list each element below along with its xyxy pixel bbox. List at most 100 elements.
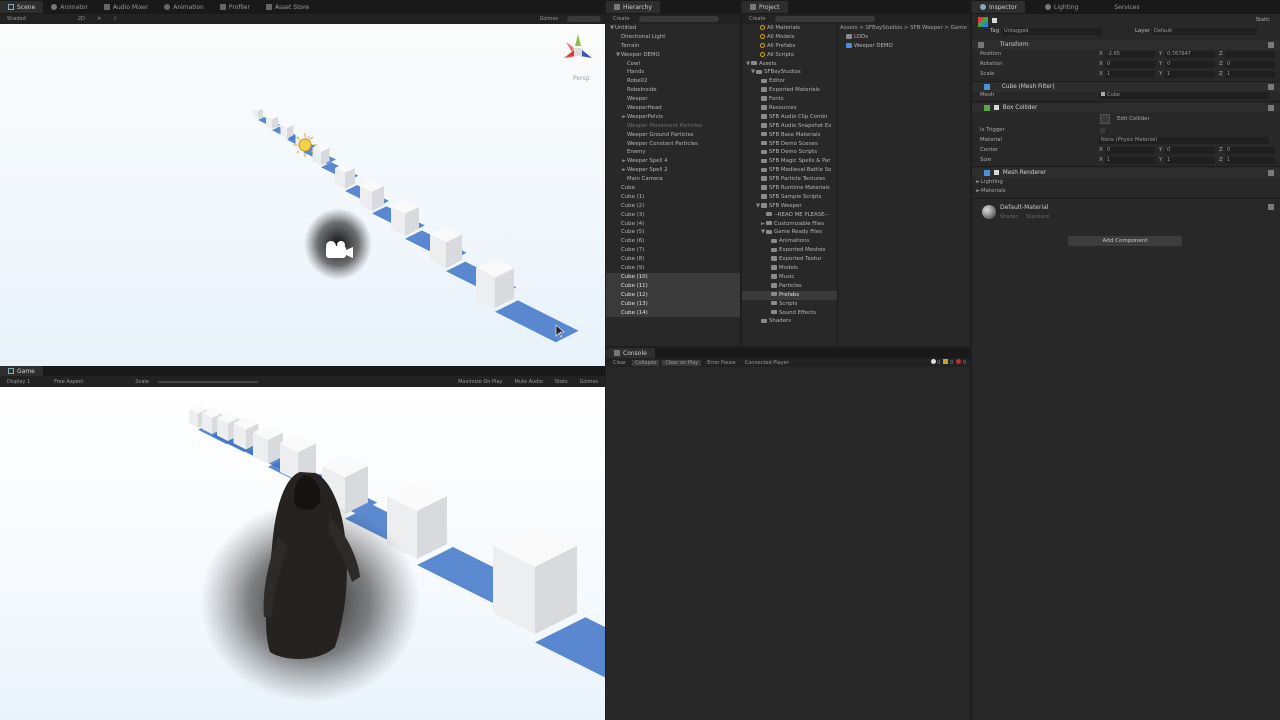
- project-file-item[interactable]: LODs: [846, 33, 970, 42]
- hierarchy-item[interactable]: ▼Untitled: [606, 24, 740, 33]
- hierarchy-item[interactable]: Directional Light: [606, 33, 740, 42]
- shading-dropdown[interactable]: Shaded: [4, 16, 29, 22]
- tab-asset-store[interactable]: Asset Store: [258, 1, 317, 13]
- hierarchy-item[interactable]: Cube (2): [606, 202, 740, 211]
- project-folder[interactable]: ▼ Game Ready Files: [742, 228, 837, 237]
- tab-game[interactable]: Game: [0, 366, 43, 376]
- size-z-field[interactable]: 1: [1225, 157, 1275, 164]
- console-collapse-toggle[interactable]: Collapse: [632, 359, 660, 366]
- tab-console[interactable]: Console: [606, 348, 655, 358]
- hierarchy-item[interactable]: Cube (14): [606, 308, 740, 318]
- hierarchy-item[interactable]: WeeperHead: [606, 104, 740, 113]
- project-folder[interactable]: --READ ME PLEASE--: [742, 211, 837, 220]
- project-folder[interactable]: ▼ SFB Weeper: [742, 202, 837, 211]
- center-y-field[interactable]: 0: [1165, 147, 1215, 154]
- material-settings-icon[interactable]: [1268, 204, 1274, 210]
- scale-slider[interactable]: [157, 380, 258, 383]
- edit-collider-button[interactable]: [1100, 114, 1110, 124]
- project-folder[interactable]: Sound Effects: [742, 309, 837, 318]
- physic-material-field[interactable]: None (Physic Material): [1099, 137, 1269, 144]
- transform-header[interactable]: Transform: [972, 40, 1280, 50]
- cube-object[interactable]: [476, 258, 579, 343]
- project-folder[interactable]: Models: [742, 264, 837, 273]
- favorite-item[interactable]: All Materials: [742, 24, 837, 33]
- hierarchy-create-button[interactable]: Create: [610, 16, 633, 22]
- static-toggle[interactable]: Static: [1256, 17, 1270, 23]
- project-folder[interactable]: SFB Medieval Battle So: [742, 166, 837, 175]
- project-folder[interactable]: ► Customizable Files: [742, 220, 837, 229]
- project-folder[interactable]: Particles: [742, 282, 837, 291]
- hierarchy-item[interactable]: Terrain: [606, 42, 740, 51]
- hierarchy-item[interactable]: Weeper Movement Particles: [606, 122, 740, 131]
- position-z-field[interactable]: [1225, 51, 1275, 58]
- project-folder[interactable]: SFB Audio Clip Combi: [742, 113, 837, 122]
- tab-inspector[interactable]: Inspector: [972, 1, 1025, 13]
- position-y-field[interactable]: 0.767647: [1165, 51, 1215, 58]
- material-section[interactable]: Default-Material Shader Standard: [972, 200, 1280, 226]
- mesh-renderer-settings-icon[interactable]: [1268, 170, 1274, 176]
- hierarchy-item[interactable]: Cube (12): [606, 290, 740, 300]
- is-trigger-checkbox[interactable]: [1100, 128, 1105, 133]
- hierarchy-item[interactable]: Cowl: [606, 60, 740, 69]
- project-folder[interactable]: Fonts: [742, 95, 837, 104]
- hierarchy-search-input[interactable]: [638, 16, 719, 22]
- tab-animation[interactable]: Animation: [156, 1, 212, 13]
- center-x-field[interactable]: 0: [1105, 147, 1155, 154]
- rotation-x-field[interactable]: 0: [1105, 61, 1155, 68]
- mesh-filter-settings-icon[interactable]: [1268, 84, 1274, 90]
- display-dropdown[interactable]: Display 1: [4, 379, 33, 385]
- center-z-field[interactable]: 0: [1225, 147, 1275, 154]
- tab-audio-mixer[interactable]: Audio Mixer: [96, 1, 156, 13]
- project-folder[interactable]: SFB Audio Snapshot Ex: [742, 122, 837, 131]
- favorite-item[interactable]: All Prefabs: [742, 42, 837, 51]
- favorite-item[interactable]: All Scripts: [742, 51, 837, 60]
- hierarchy-item[interactable]: Cube (7): [606, 246, 740, 255]
- size-y-field[interactable]: 1: [1165, 157, 1215, 164]
- hierarchy-item[interactable]: Cube (5): [606, 228, 740, 237]
- size-x-field[interactable]: 1: [1105, 157, 1155, 164]
- scale-x-field[interactable]: 1: [1105, 71, 1155, 78]
- stats-toggle[interactable]: Stats: [552, 379, 571, 385]
- project-folder[interactable]: SFB Magic Spells & Par: [742, 157, 837, 166]
- tab-scene[interactable]: Scene: [0, 1, 44, 13]
- hierarchy-item[interactable]: ►Weeper Spell 2: [606, 166, 740, 175]
- transform-settings-icon[interactable]: [1268, 42, 1274, 48]
- project-folder[interactable]: ▼ Assets: [742, 60, 837, 69]
- mute-audio-toggle[interactable]: Mute Audio: [511, 379, 545, 385]
- lighting-toggle[interactable]: ☀: [94, 16, 104, 22]
- scale-y-field[interactable]: 1: [1165, 71, 1215, 78]
- tab-hierarchy[interactable]: Hierarchy: [606, 1, 661, 13]
- tag-dropdown[interactable]: Untagged: [1002, 28, 1102, 35]
- hierarchy-item[interactable]: Enemy: [606, 148, 740, 157]
- hierarchy-item[interactable]: Robe02: [606, 77, 740, 86]
- hierarchy-item[interactable]: Cube (6): [606, 237, 740, 246]
- mesh-renderer-header[interactable]: Mesh Renderer: [972, 168, 1280, 178]
- hierarchy-item[interactable]: Cube (10): [606, 272, 740, 282]
- hierarchy-item[interactable]: Cube (1): [606, 193, 740, 202]
- project-folder[interactable]: SFB Particle Textures: [742, 175, 837, 184]
- tab-project[interactable]: Project: [742, 1, 788, 13]
- game-gizmos-dropdown[interactable]: Gizmos: [577, 379, 601, 385]
- scene-view[interactable]: Persp: [0, 24, 605, 366]
- game-canvas[interactable]: [0, 387, 605, 720]
- project-folder[interactable]: Shaders: [742, 317, 837, 326]
- mesh-renderer-enabled-checkbox[interactable]: [993, 170, 999, 175]
- active-checkbox[interactable]: [992, 18, 997, 23]
- audio-toggle[interactable]: ♪: [110, 16, 119, 22]
- hierarchy-item[interactable]: Weeper: [606, 95, 740, 104]
- materials-foldout[interactable]: ►Materials: [972, 187, 1280, 196]
- scene-search-input[interactable]: [567, 16, 601, 22]
- hierarchy-item[interactable]: Cube (13): [606, 299, 740, 309]
- tab-profiler[interactable]: Profiler: [212, 1, 258, 13]
- hierarchy-item[interactable]: Weeper Ground Particles: [606, 131, 740, 140]
- gizmos-dropdown[interactable]: Gizmos: [537, 16, 561, 22]
- project-folder[interactable]: Exported Meshes: [742, 246, 837, 255]
- hierarchy-item[interactable]: Cube (4): [606, 220, 740, 229]
- box-collider-enabled-checkbox[interactable]: [993, 105, 999, 110]
- project-folder[interactable]: Music: [742, 273, 837, 282]
- maximize-on-play-toggle[interactable]: Maximize On Play: [455, 379, 505, 385]
- box-collider-settings-icon[interactable]: [1268, 105, 1274, 111]
- hierarchy-item[interactable]: ►WeeperPelvis: [606, 113, 740, 122]
- orientation-gizmo-icon[interactable]: [564, 34, 592, 58]
- game-view[interactable]: [0, 387, 605, 720]
